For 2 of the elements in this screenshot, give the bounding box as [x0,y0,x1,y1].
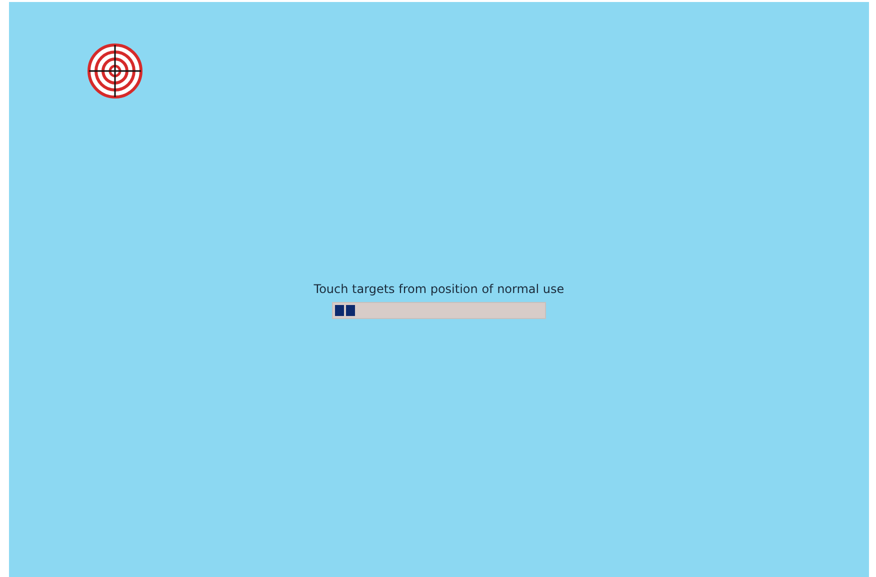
instruction-text: Touch targets from position of normal use [314,282,564,296]
target-icon [87,43,143,99]
